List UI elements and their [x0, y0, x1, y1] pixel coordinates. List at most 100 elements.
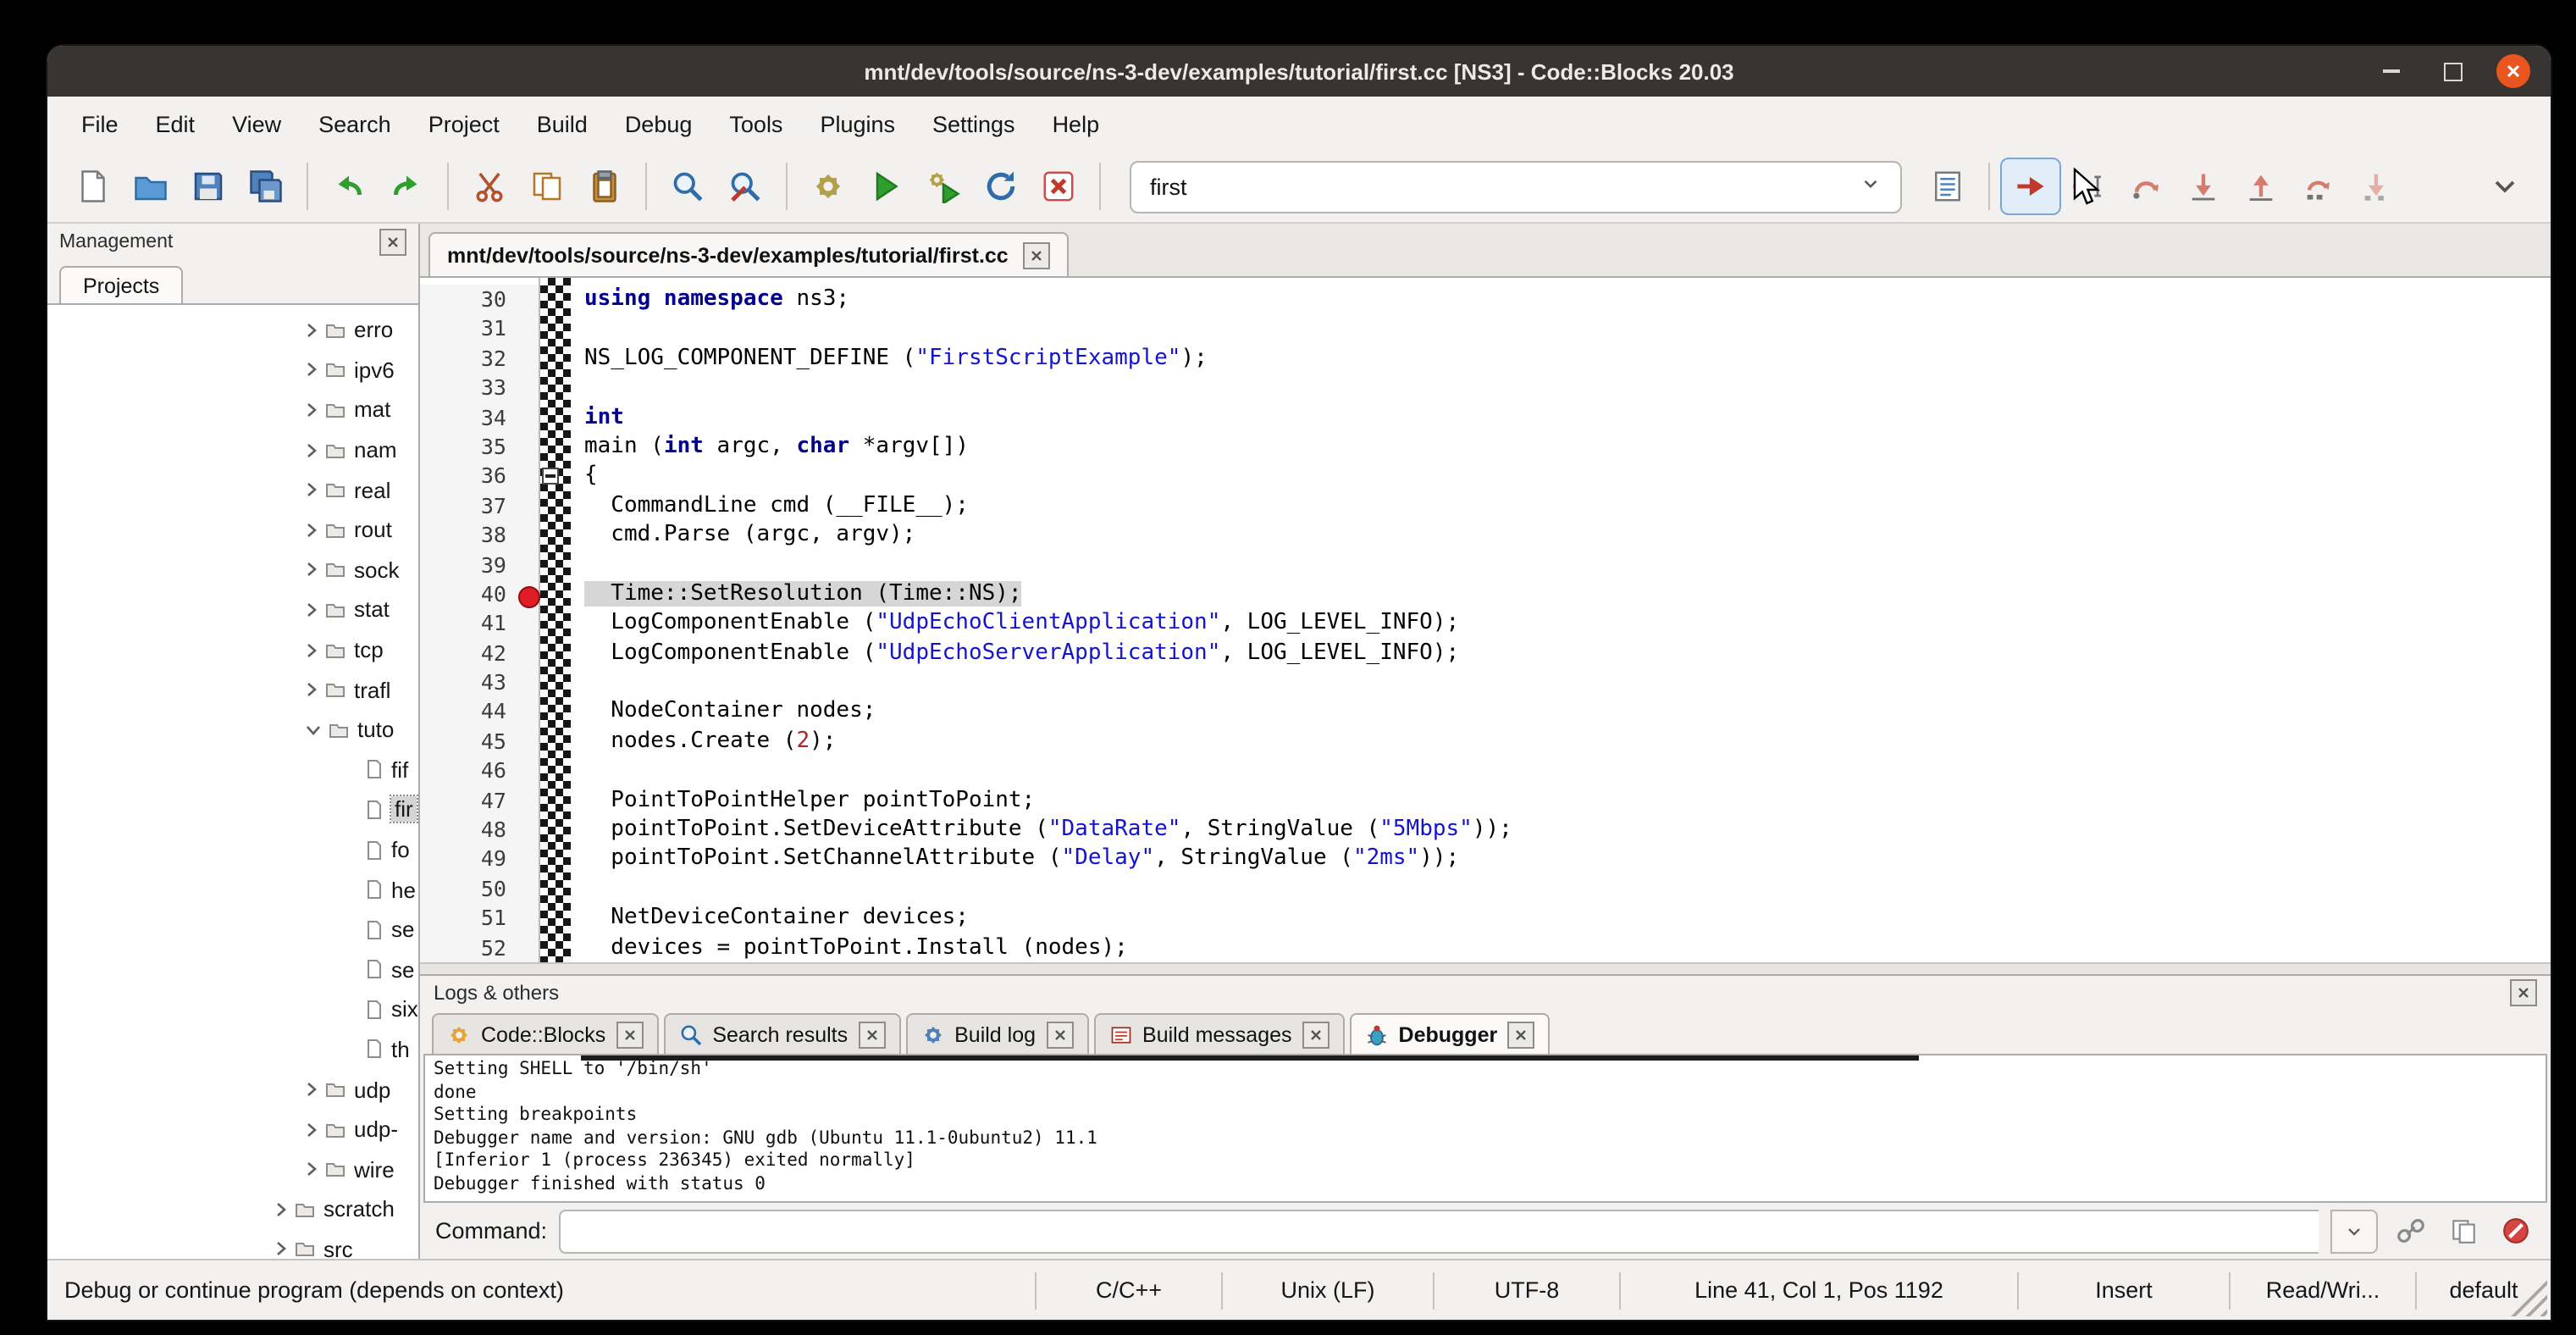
menu-edit[interactable]: Edit [139, 102, 213, 145]
code-line-52[interactable]: 52 devices = pointToPoint.Install (nodes… [420, 933, 2551, 962]
tree-item-wire[interactable]: wire [47, 1149, 418, 1189]
line-number[interactable]: 51 [420, 903, 518, 933]
debugger-output[interactable]: Setting SHELL to '/bin/sh'doneSetting br… [423, 1054, 2547, 1203]
breakpoint-gutter[interactable] [518, 785, 539, 815]
breakpoint-gutter[interactable] [518, 638, 539, 668]
line-number[interactable]: 34 [420, 402, 518, 432]
tree-item-fif[interactable]: fif [47, 750, 418, 789]
log-tab-close-button[interactable] [858, 1022, 885, 1049]
log-tab-search-results[interactable]: Search results [663, 1013, 900, 1054]
chevron-right-icon[interactable] [274, 1201, 288, 1218]
menu-debug[interactable]: Debug [608, 102, 710, 145]
tree-item-ipv6[interactable]: ipv6 [47, 350, 418, 390]
line-number[interactable]: 33 [420, 373, 518, 402]
undo-button[interactable] [320, 159, 378, 213]
tree-item-real[interactable]: real [47, 470, 418, 510]
log-tab-debugger[interactable]: Debugger [1350, 1013, 1551, 1054]
copy-output-button[interactable] [2442, 1210, 2483, 1251]
line-number[interactable]: 31 [420, 314, 518, 344]
code-line-34[interactable]: 34int [420, 402, 2551, 432]
maximize-button[interactable] [2435, 54, 2469, 88]
fold-marker[interactable] [542, 468, 559, 485]
tree-item-trafl[interactable]: trafl [47, 670, 418, 710]
line-number[interactable]: 48 [420, 815, 518, 845]
tree-item-six[interactable]: six [47, 989, 418, 1029]
breakpoint-gutter[interactable] [518, 697, 539, 727]
management-close-button[interactable] [379, 228, 406, 255]
menu-search[interactable]: Search [301, 102, 408, 145]
menu-plugins[interactable]: Plugins [803, 102, 912, 145]
abort-build-button[interactable] [1030, 159, 1087, 213]
code-line-39[interactable]: 39 [420, 550, 2551, 579]
breakpoint-gutter[interactable] [518, 402, 539, 432]
code-editor[interactable]: 30using namespace ns3;3132NS_LOG_COMPONE… [420, 278, 2551, 962]
menu-file[interactable]: File [64, 102, 135, 145]
line-number[interactable]: 36 [420, 462, 518, 491]
paste-button[interactable] [576, 159, 633, 213]
menu-help[interactable]: Help [1036, 102, 1117, 145]
log-tab-close-button[interactable] [1302, 1022, 1329, 1049]
tree-item-erro[interactable]: erro [47, 310, 418, 350]
breakpoint-gutter[interactable] [518, 285, 539, 314]
code-line-43[interactable]: 43 [420, 668, 2551, 697]
menu-project[interactable]: Project [412, 102, 517, 145]
tree-item-rout[interactable]: rout [47, 510, 418, 550]
code-line-48[interactable]: 48 pointToPoint.SetDeviceAttribute ("Dat… [420, 815, 2551, 845]
save-button[interactable] [180, 159, 237, 213]
copy-button[interactable] [518, 159, 576, 213]
breakpoint-gutter[interactable] [518, 903, 539, 933]
step-into-instruction-button[interactable] [2347, 159, 2405, 213]
breakpoint-gutter[interactable] [518, 490, 539, 520]
chevron-right-icon[interactable] [274, 1241, 288, 1258]
close-button[interactable] [2496, 54, 2530, 88]
log-tab-close-button[interactable] [1507, 1022, 1534, 1049]
tree-item-fo[interactable]: fo [47, 829, 418, 869]
minimize-button[interactable] [2374, 54, 2408, 88]
editor-tab-close-button[interactable] [1024, 242, 1051, 269]
step-into-button[interactable] [2175, 159, 2232, 213]
line-number[interactable]: 38 [420, 520, 518, 550]
log-tab-build-log[interactable]: Build log [905, 1013, 1088, 1054]
chevron-right-icon[interactable] [305, 522, 318, 539]
line-number[interactable]: 42 [420, 638, 518, 668]
tree-item-udp[interactable]: udp [47, 1070, 418, 1110]
line-number[interactable]: 37 [420, 490, 518, 520]
code-line-47[interactable]: 47 PointToPointHelper pointToPoint; [420, 785, 2551, 815]
line-number[interactable]: 32 [420, 344, 518, 374]
line-number[interactable]: 43 [420, 668, 518, 697]
redo-button[interactable] [378, 159, 435, 213]
line-number[interactable]: 35 [420, 432, 518, 462]
breakpoint-gutter[interactable] [518, 344, 539, 374]
chevron-right-icon[interactable] [305, 481, 318, 498]
line-number[interactable]: 44 [420, 697, 518, 727]
code-line-32[interactable]: 32NS_LOG_COMPONENT_DEFINE ("FirstScriptE… [420, 344, 2551, 374]
breakpoint-gutter[interactable] [518, 373, 539, 402]
chevron-right-icon[interactable] [305, 562, 318, 579]
breakpoint-gutter[interactable] [518, 520, 539, 550]
menu-view[interactable]: View [215, 102, 298, 145]
menu-build[interactable]: Build [520, 102, 605, 145]
menu-settings[interactable]: Settings [915, 102, 1032, 145]
breakpoint-gutter[interactable] [518, 756, 539, 786]
command-input[interactable] [559, 1209, 2319, 1253]
stop-debugger-button[interactable] [2495, 1210, 2535, 1251]
line-number[interactable]: 50 [420, 874, 518, 904]
chevron-right-icon[interactable] [305, 402, 318, 418]
breakpoint-gutter[interactable] [518, 314, 539, 344]
cut-button[interactable] [461, 159, 518, 213]
search-input-value[interactable]: first [1150, 174, 1187, 199]
code-line-42[interactable]: 42 LogComponentEnable ("UdpEchoServerApp… [420, 638, 2551, 668]
chevron-down-icon[interactable] [305, 723, 322, 736]
code-line-35[interactable]: 35main (int argc, char *argv[]) [420, 432, 2551, 462]
tree-item-se[interactable]: se [47, 950, 418, 989]
breakpoint-gutter[interactable] [518, 609, 539, 639]
chevron-right-icon[interactable] [305, 641, 318, 658]
line-number[interactable]: 47 [420, 785, 518, 815]
open-file-button[interactable] [122, 159, 180, 213]
command-history-dropdown[interactable] [2330, 1209, 2378, 1253]
chevron-right-icon[interactable] [305, 362, 318, 379]
line-number[interactable]: 41 [420, 609, 518, 639]
code-line-38[interactable]: 38 cmd.Parse (argc, argv); [420, 520, 2551, 550]
breakpoint-gutter[interactable] [518, 815, 539, 845]
horizontal-splitter[interactable] [420, 962, 2551, 974]
